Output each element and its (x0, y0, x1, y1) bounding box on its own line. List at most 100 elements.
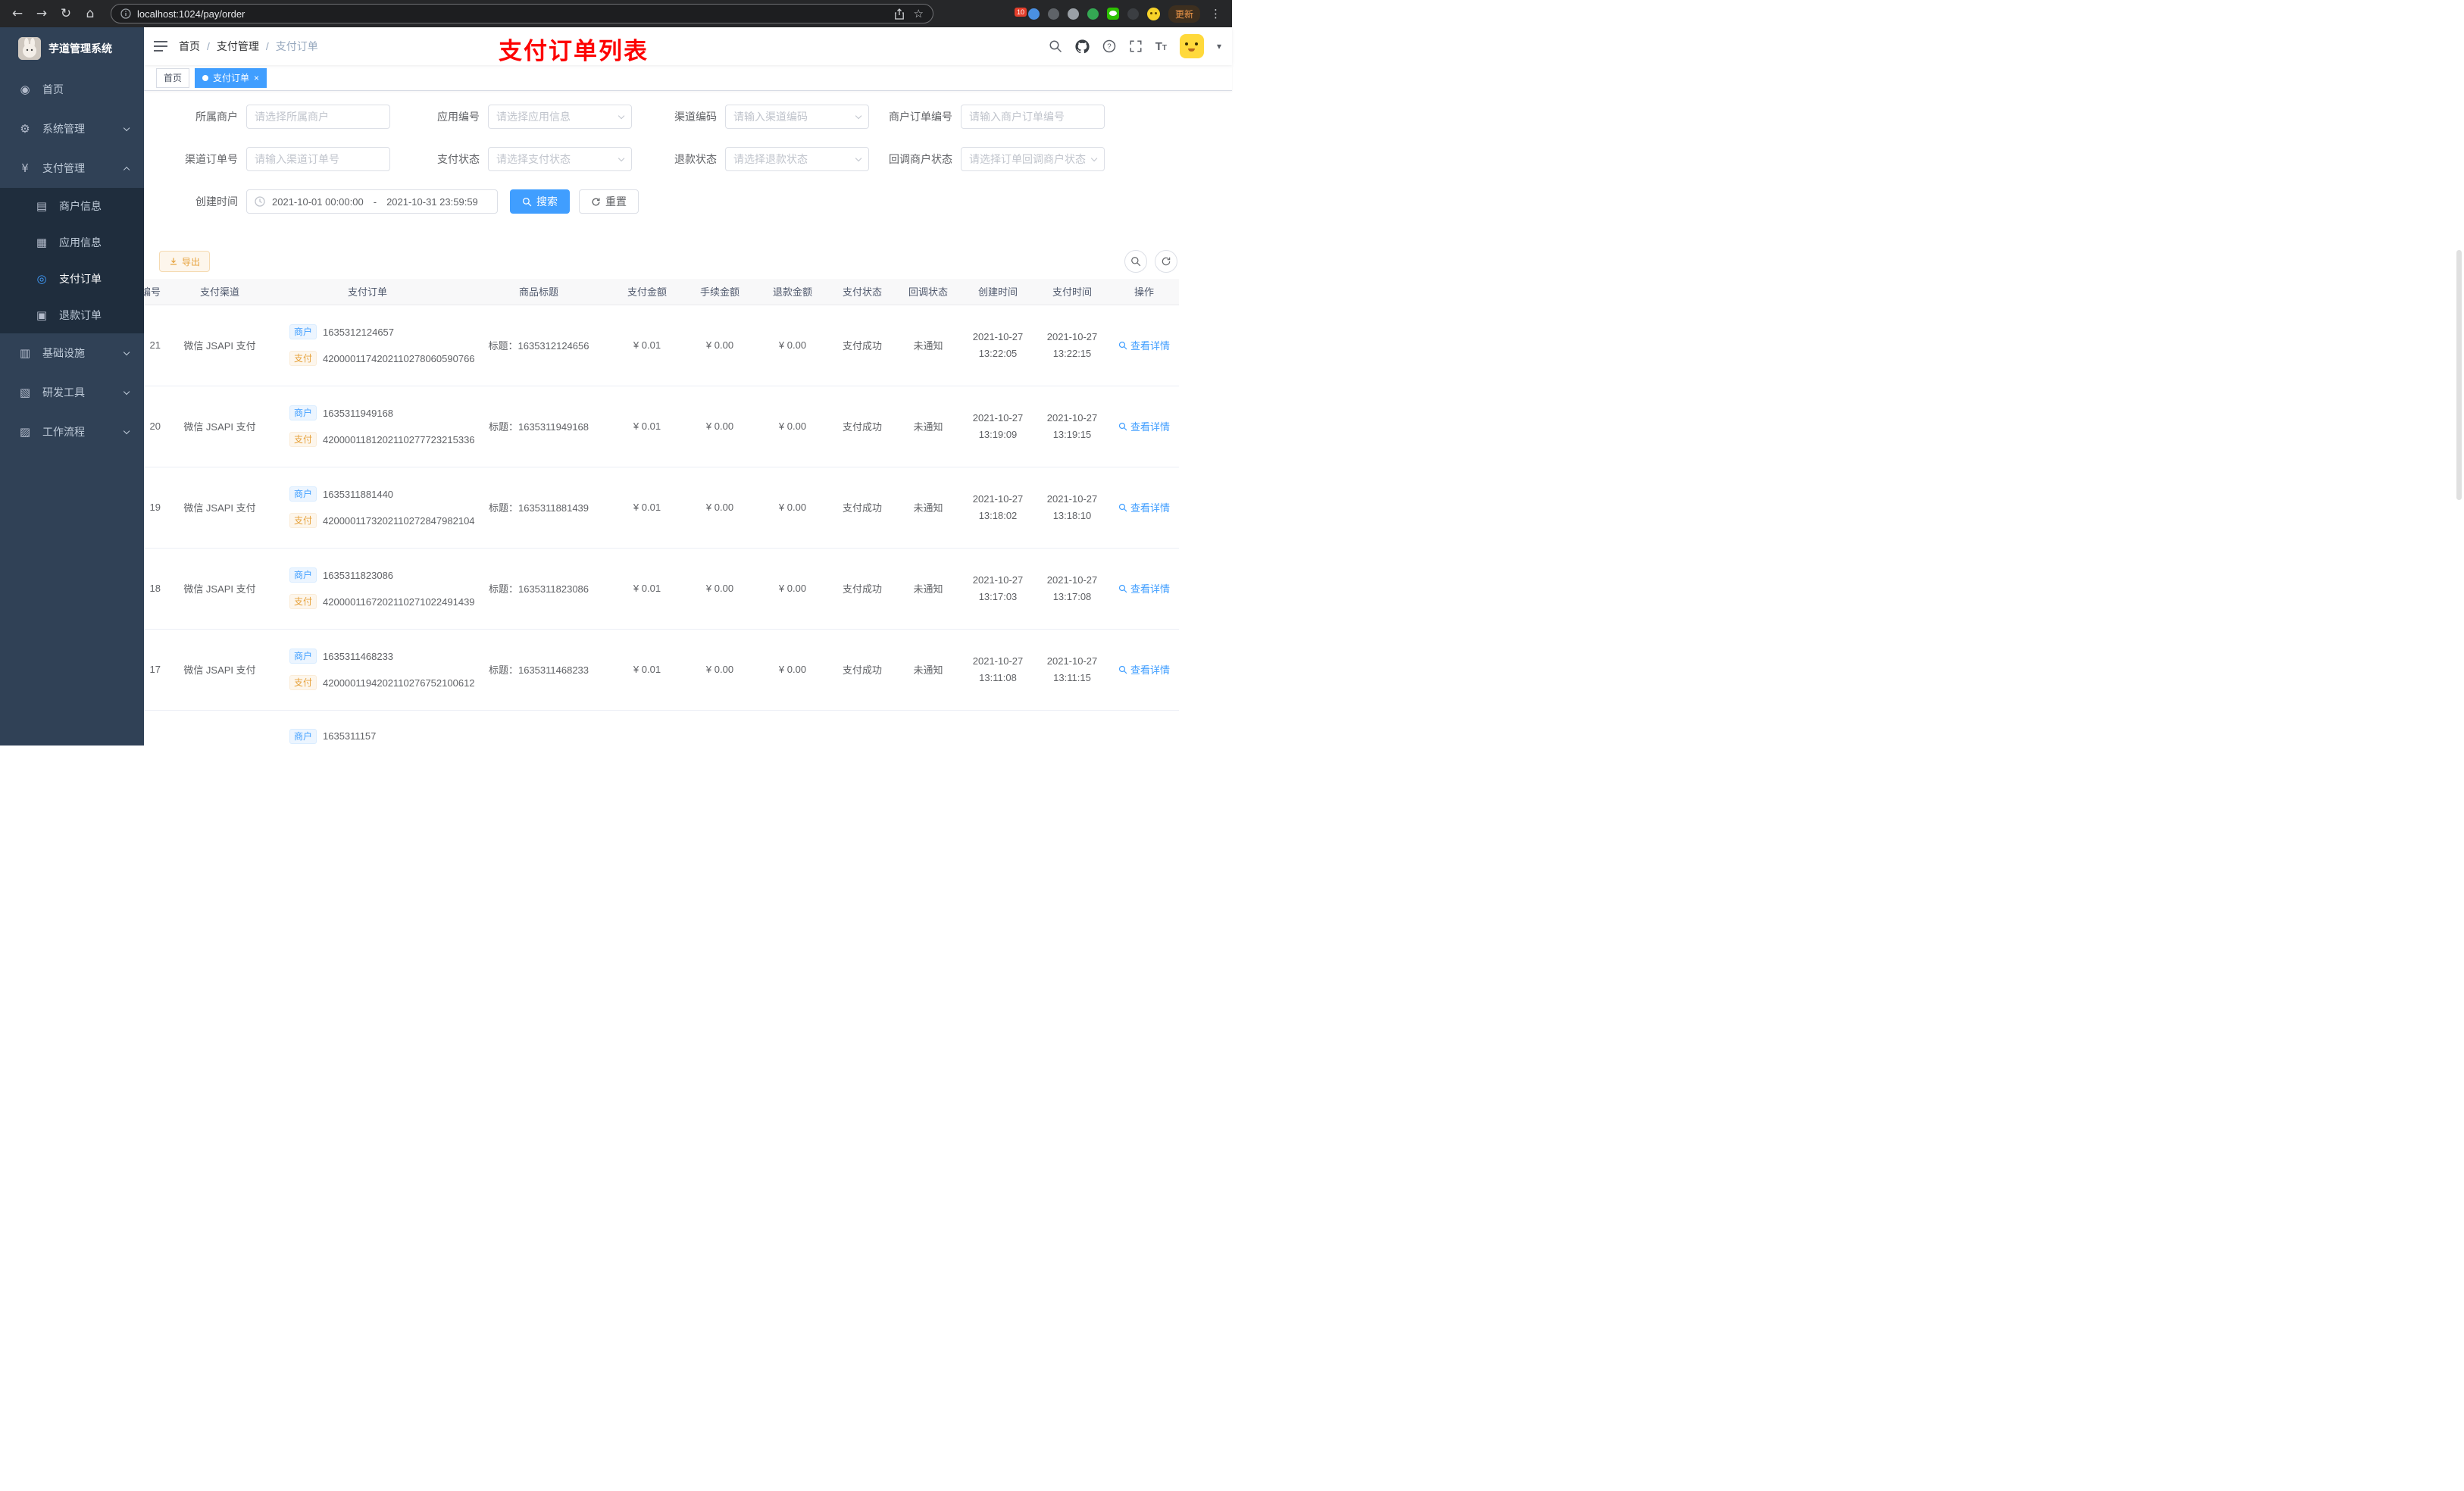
refund-status-input[interactable] (733, 153, 861, 165)
sidebar-item-home[interactable]: ◉ 首页 (0, 70, 144, 109)
view-detail-link[interactable]: 查看详情 (1118, 581, 1170, 595)
view-detail-link[interactable]: 查看详情 (1118, 419, 1170, 433)
extension-icon-dark2[interactable] (1127, 8, 1139, 20)
channel-code-select[interactable] (725, 105, 869, 129)
sidebar-item-merchant-info[interactable]: ▤ 商户信息 (0, 188, 144, 224)
filter-label: 渠道编码 (674, 111, 717, 123)
search-icon (1118, 584, 1127, 592)
sidebar-item-refund-order[interactable]: ▣ 退款订单 (0, 297, 144, 333)
tag-home[interactable]: 首页 (156, 67, 190, 88)
app-select-input[interactable] (496, 111, 624, 123)
extension-icon-gray[interactable] (1067, 8, 1079, 20)
user-avatar[interactable] (1179, 34, 1204, 58)
view-detail-link[interactable]: 查看详情 (1118, 662, 1170, 677)
menu-label: 应用信息 (59, 236, 102, 248)
forward-button[interactable]: → (33, 0, 50, 27)
tag-pay-order[interactable]: 支付订单 × (195, 67, 267, 88)
sidebar-item-pay-order[interactable]: ◎ 支付订单 (0, 261, 144, 297)
refund-status-select[interactable] (725, 147, 869, 171)
pay-date: 2021-10-27 (1046, 493, 1098, 505)
channel-order-no-input[interactable] (255, 153, 382, 165)
table-row: 18 微信 JSAPI 支付 商户 1635311823086 支付 42000… (144, 548, 1179, 630)
merchant-order-no-input[interactable] (969, 111, 1096, 123)
browser-update-button[interactable]: 更新 (1168, 5, 1200, 23)
action-cell: 查看详情 (1109, 548, 1179, 630)
tag-close-icon[interactable]: × (254, 73, 259, 83)
search-icon (1118, 665, 1127, 674)
pay-transaction-no: 4200001194202110276752100612 (323, 677, 475, 689)
merchant-badge: 商户 (289, 405, 317, 420)
back-button[interactable]: ← (9, 0, 26, 27)
sidebar-item-infrastructure[interactable]: ▥ 基础设施 (0, 333, 144, 373)
create-time-range-picker[interactable]: 2021-10-01 00:00:00 - 2021-10-31 23:59:5… (246, 189, 498, 214)
address-bar[interactable]: localhost:1024/pay/order ☆ (111, 4, 933, 23)
action-cell: 查看详情 (1109, 386, 1179, 467)
search-icon[interactable] (1049, 39, 1062, 53)
wechat-extension-icon[interactable] (1106, 8, 1119, 20)
refund-amount-cell: ¥ 0.00 (756, 548, 829, 630)
date-separator: - (373, 195, 377, 208)
header-pay-channel: 支付渠道 (171, 279, 268, 305)
notify-status-input[interactable] (969, 153, 1096, 165)
help-icon[interactable]: ? (1102, 39, 1116, 53)
extension-icon-dark[interactable] (1047, 8, 1059, 20)
sidebar-item-app-info[interactable]: ▦ 应用信息 (0, 224, 144, 261)
create-clock: 13:17:03 (978, 590, 1018, 602)
browser-menu-icon[interactable]: ⋮ (1209, 7, 1223, 20)
app-logo[interactable]: 芋道管理系统 (0, 27, 144, 70)
view-detail-link[interactable]: 查看详情 (1118, 500, 1170, 514)
profile-avatar[interactable] (1146, 7, 1160, 20)
sidebar: 芋道管理系统 ◉ 首页 ⚙ 系统管理 ¥ 支付管理 ▤ 商户信息 ▦ 应用信息 (0, 27, 144, 746)
export-button[interactable]: 导出 (159, 251, 211, 272)
extension-icon-green[interactable] (1087, 8, 1099, 20)
reload-button[interactable]: ↻ (58, 0, 74, 27)
search-button[interactable]: 搜索 (510, 189, 570, 214)
channel-order-no-input-wrap[interactable] (246, 147, 390, 171)
chevron-down-icon (123, 124, 130, 132)
merchant-badge: 商户 (289, 649, 317, 664)
sidebar-item-dev-tools[interactable]: ▧ 研发工具 (0, 373, 144, 412)
avatar-caret-icon[interactable]: ▾ (1217, 41, 1221, 52)
pay-clock: 13:22:15 (1052, 347, 1092, 359)
sidebar-item-workflow[interactable]: ▨ 工作流程 (0, 412, 144, 452)
merchant-order-no-input-wrap[interactable] (961, 105, 1105, 129)
search-toggle-button[interactable] (1124, 250, 1147, 273)
pay-status-input[interactable] (496, 153, 624, 165)
merchant-select[interactable] (246, 105, 390, 129)
action-cell: 查看详情 (1109, 467, 1179, 549)
search-icon (1118, 422, 1127, 430)
sidebar-item-system[interactable]: ⚙ 系统管理 (0, 109, 144, 148)
pay-status-select[interactable] (488, 147, 632, 171)
extension-badge: 10 (1014, 8, 1027, 17)
page-scrollbar[interactable] (2456, 250, 2462, 500)
breadcrumb-home[interactable]: 首页 (179, 39, 200, 54)
site-info-icon[interactable] (120, 8, 131, 19)
header-create-time: 创建时间 (961, 279, 1035, 305)
merchant-badge: 商户 (289, 567, 317, 583)
breadcrumb-pay-manage[interactable]: 支付管理 (217, 39, 259, 54)
font-size-icon[interactable]: TT (1155, 40, 1167, 53)
reset-button[interactable]: 重置 (579, 189, 639, 214)
share-icon[interactable] (894, 8, 905, 20)
refresh-table-button[interactable] (1155, 250, 1177, 273)
hamburger-icon[interactable] (144, 40, 179, 52)
fullscreen-icon[interactable] (1129, 39, 1143, 53)
url-text: localhost:1024/pay/order (137, 8, 245, 20)
bookmark-star-icon[interactable]: ☆ (914, 0, 924, 27)
sidebar-item-pay[interactable]: ¥ 支付管理 (0, 148, 144, 188)
extension-pin-icon[interactable] (1027, 8, 1040, 20)
pay-channel-cell: 微信 JSAPI 支付 (171, 548, 268, 630)
header-pay-status: 支付状态 (829, 279, 896, 305)
header-pay-order: 支付订单 (268, 279, 467, 305)
yen-icon: ¥ (21, 161, 29, 175)
pay-order-cell: 商户 1635311157 (268, 710, 467, 746)
github-icon[interactable] (1075, 39, 1090, 54)
notify-status-select[interactable] (961, 147, 1105, 171)
filter-label: 所属商户 (195, 111, 238, 123)
channel-code-input[interactable] (733, 111, 861, 123)
view-detail-link[interactable]: 查看详情 (1118, 338, 1170, 352)
home-button[interactable]: ⌂ (82, 0, 98, 27)
order-id-cell: 20 (144, 386, 171, 467)
merchant-select-input[interactable] (255, 111, 382, 123)
app-select[interactable] (488, 105, 632, 129)
